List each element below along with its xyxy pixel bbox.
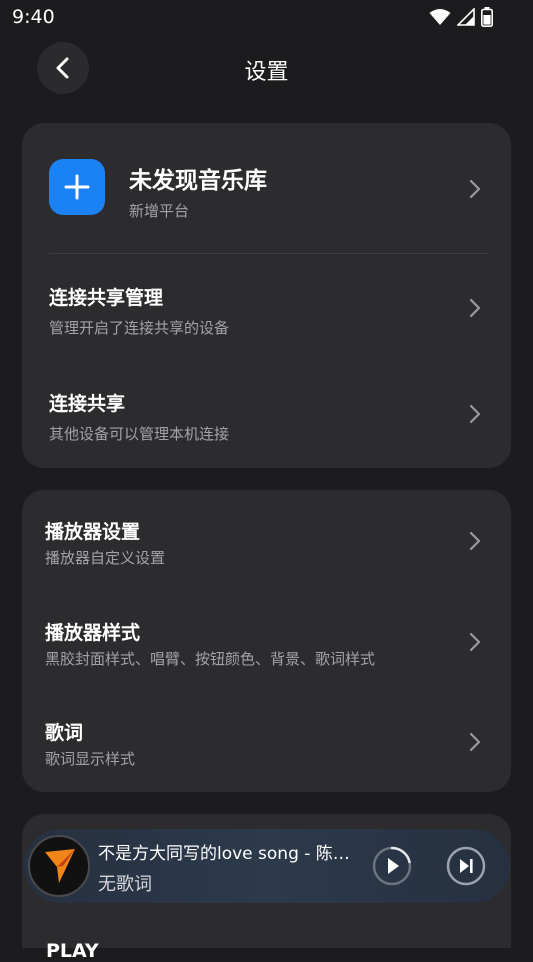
share-connect-subtitle: 其他设备可以管理本机连接 xyxy=(49,425,230,443)
chevron-right-icon xyxy=(469,632,481,652)
battery-icon xyxy=(481,7,493,27)
header: 设置 xyxy=(0,40,533,100)
library-title: 未发现音乐库 xyxy=(129,168,267,194)
player-settings-subtitle: 播放器自定义设置 xyxy=(45,549,166,567)
chevron-right-icon xyxy=(469,404,481,424)
chevron-right-icon xyxy=(469,732,481,752)
skip-next-icon xyxy=(460,859,473,873)
share-management-row[interactable]: 连接共享管理 管理开启了连接共享的设备 xyxy=(22,254,511,361)
status-icons xyxy=(429,7,493,27)
page-title: 设置 xyxy=(244,60,289,85)
app-logo-icon xyxy=(45,849,75,883)
play-button[interactable] xyxy=(372,846,412,886)
next-track-button[interactable] xyxy=(446,846,486,886)
share-connect-row[interactable]: 连接共享 其他设备可以管理本机连接 xyxy=(22,361,511,468)
chevron-right-icon xyxy=(469,531,481,551)
lyrics-row[interactable]: 歌词 歌词显示样式 xyxy=(22,692,511,792)
player-style-title: 播放器样式 xyxy=(45,622,141,644)
player-settings-card: 播放器设置 播放器自定义设置 播放器样式 黑胶封面样式、唱臂、按钮颜色、背景、歌… xyxy=(22,490,511,792)
plus-icon xyxy=(64,174,90,200)
status-time: 9:40 xyxy=(12,6,55,28)
share-management-title: 连接共享管理 xyxy=(49,287,164,309)
song-title: 不是方大同写的love song - 陈… xyxy=(98,844,350,864)
add-library-tile xyxy=(49,159,105,215)
library-card: 未发现音乐库 新增平台 连接共享管理 管理开启了连接共享的设备 连接共享 其他设… xyxy=(22,123,511,468)
player-settings-title: 播放器设置 xyxy=(45,521,141,543)
player-style-row[interactable]: 播放器样式 黑胶封面样式、唱臂、按钮颜色、背景、歌词样式 xyxy=(22,591,511,692)
chevron-right-icon xyxy=(469,298,481,318)
chevron-right-icon xyxy=(469,179,481,199)
share-management-subtitle: 管理开启了连接共享的设备 xyxy=(49,319,230,337)
player-settings-row[interactable]: 播放器设置 播放器自定义设置 xyxy=(22,490,511,591)
wifi-icon xyxy=(429,9,451,25)
partial-section-title: PLAY xyxy=(46,940,99,962)
play-icon xyxy=(388,858,399,874)
lyrics-subtitle: 歌词显示样式 xyxy=(45,750,136,768)
status-bar: 9:40 xyxy=(0,0,533,36)
album-cover[interactable] xyxy=(28,835,90,897)
share-connect-title: 连接共享 xyxy=(49,393,126,415)
player-style-subtitle: 黑胶封面样式、唱臂、按钮颜色、背景、歌词样式 xyxy=(45,650,376,668)
signal-icon xyxy=(457,8,475,26)
mini-player[interactable]: 不是方大同写的love song - 陈… 无歌词 xyxy=(24,829,510,903)
lyrics-title: 歌词 xyxy=(45,722,84,744)
add-library-row[interactable]: 未发现音乐库 新增平台 xyxy=(22,123,511,253)
library-subtitle: 新增平台 xyxy=(129,202,190,220)
current-lyric: 无歌词 xyxy=(98,874,152,895)
